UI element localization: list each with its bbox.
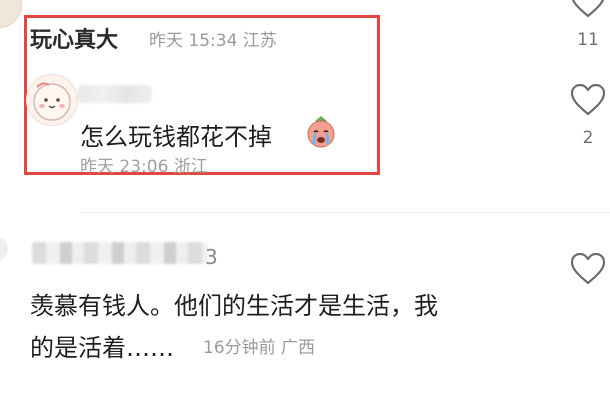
second-comment-text-line2: 的是活着…… xyxy=(30,334,174,362)
reply-text: 怎么玩钱都花不掉 xyxy=(80,123,272,151)
like-count-reply: 2 xyxy=(582,128,594,148)
like-heart-icon-second[interactable] xyxy=(570,253,606,285)
like-heart-icon-reply[interactable] xyxy=(570,84,606,116)
like-count-top: 11 xyxy=(577,30,599,50)
comment-username[interactable]: 玩心真大 xyxy=(30,22,118,54)
second-username-blurred[interactable] xyxy=(32,242,208,264)
reply-username-blurred[interactable] xyxy=(78,85,152,103)
divider xyxy=(80,212,610,213)
cartoon-face-icon xyxy=(33,82,71,121)
like-heart-icon-top[interactable] xyxy=(570,0,606,18)
second-comment-text-line1: 羡慕有钱人。他们的生活才是生活，我 xyxy=(30,292,438,320)
crying-emoji-icon xyxy=(303,113,339,149)
second-comment-meta: 16分钟前 广西 xyxy=(203,338,316,358)
second-username-suffix: 3 xyxy=(205,245,218,269)
avatar-top-partial[interactable] xyxy=(0,0,22,28)
reply-meta: 昨天 23:06 浙江 xyxy=(80,157,208,177)
avatar-second-partial[interactable] xyxy=(0,236,8,262)
comment-meta: 昨天 15:34 江苏 xyxy=(149,31,277,51)
reply-avatar[interactable] xyxy=(26,74,78,126)
